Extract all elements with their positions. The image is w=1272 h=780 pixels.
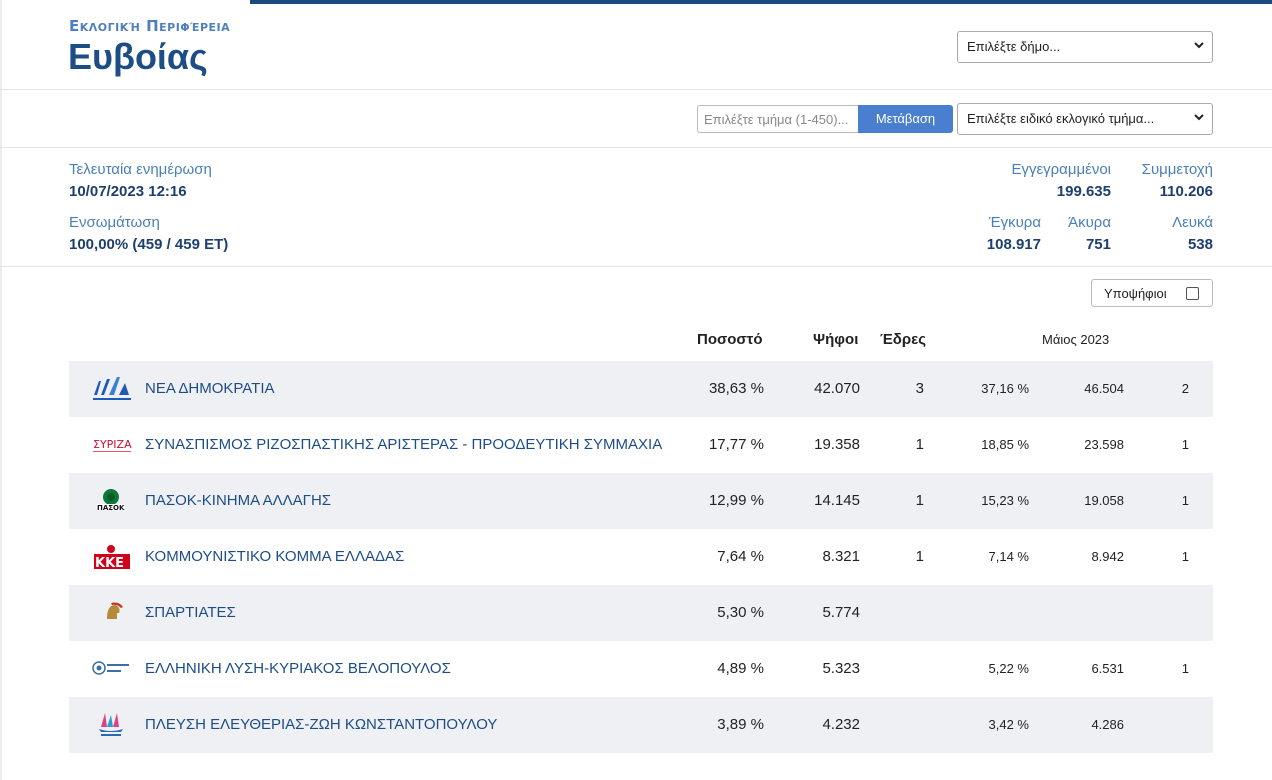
svg-text:KKE: KKE: [95, 556, 124, 571]
votes-cell: 5.323: [822, 660, 860, 677]
last-update-value: 10/07/2023 12:16: [69, 183, 187, 200]
votes-cell: 19.358: [814, 436, 860, 453]
invalid-value: 751: [1085, 236, 1111, 253]
syriza-logo-icon: ΣΥΡΙΖΑ: [91, 431, 135, 459]
integration-label: Ενσωμάτωση: [69, 214, 160, 231]
spartiates-logo-icon: [91, 599, 135, 627]
prev-percent-cell: 5,22 %: [988, 661, 1029, 676]
seats-cell: 1: [915, 548, 924, 565]
header-votes: Ψήφοι: [813, 331, 859, 348]
percent-cell: 17,77 %: [708, 436, 764, 453]
percent-cell: 4,89 %: [717, 660, 764, 677]
table-row[interactable]: ΠΛΕΥΣΗ ΕΛΕΥΘΕΡΙΑΣ-ΖΩΗ ΚΩΝΣΤΑΝΤΟΠΟΥΛΟΥ 3,…: [69, 697, 1213, 753]
left-border: [0, 0, 2, 780]
elliniki-lysi-logo-icon: [91, 655, 135, 683]
pasok-logo-icon: ΠΑΣΟΚ: [91, 487, 135, 515]
integration-value: 100,00% (459 / 459 ΕΤ): [69, 236, 229, 253]
votes-cell: 5.774: [822, 604, 860, 621]
candidates-checkbox[interactable]: [1186, 287, 1199, 300]
candidates-toggle-label: Υποψήφιοι: [1104, 286, 1167, 301]
party-name: ΠΑΣΟΚ-ΚΙΝΗΜΑ ΑΛΛΑΓΗΣ: [145, 492, 332, 509]
prev-votes-cell: 6.531: [1091, 661, 1124, 676]
prev-seats-cell: 1: [1181, 437, 1189, 452]
valid-value: 108.917: [986, 236, 1041, 253]
table-row[interactable]: KKE ΚΟΜΜΟΥΝΙΣΤΙΚΟ ΚΟΜΜΑ ΕΛΛΑΔΑΣ 7,64 % 8…: [69, 529, 1213, 585]
prev-percent-cell: 18,85 %: [981, 437, 1029, 452]
svg-text:ΠΑΣΟΚ: ΠΑΣΟΚ: [97, 504, 125, 512]
municipality-select-value: Επιλέξτε δήμο...: [967, 39, 1061, 54]
prev-percent-cell: 37,16 %: [981, 381, 1029, 396]
table-row[interactable]: ΝΕΑ ΔΗΜΟΚΡΑΤΙΑ 38,63 % 42.070 3 37,16 % …: [69, 361, 1213, 417]
party-name: ΣΥΝΑΣΠΙΣΜΟΣ ΡΙΖΟΣΠΑΣΤΙΚΗΣ ΑΡΙΣΤΕΡΑΣ - ΠΡ…: [145, 436, 663, 453]
prev-seats-cell: 1: [1181, 549, 1189, 564]
prev-seats-cell: 2: [1181, 381, 1189, 396]
chevron-down-icon: [1194, 112, 1204, 122]
prev-votes-cell: 46.504: [1084, 381, 1124, 396]
votes-cell: 8.321: [822, 548, 860, 565]
invalid-label: Άκυρα: [1068, 214, 1111, 231]
special-section-select[interactable]: Επιλέξτε ειδικό εκλογικό τμήμα...: [957, 103, 1213, 135]
prev-votes-cell: 8.942: [1091, 549, 1124, 564]
divider: [0, 89, 1272, 90]
prev-votes-cell: 23.598: [1084, 437, 1124, 452]
prev-percent-cell: 3,42 %: [988, 717, 1029, 732]
top-accent-gap: [0, 0, 250, 4]
turnout-value: 110.206: [1159, 183, 1213, 200]
prev-votes-cell: 4.286: [1091, 717, 1124, 732]
prev-percent-cell: 7,14 %: [988, 549, 1029, 564]
percent-cell: 38,63 %: [708, 380, 764, 397]
votes-cell: 4.232: [822, 716, 860, 733]
last-update-label: Τελευταία ενημέρωση: [69, 161, 212, 178]
votes-cell: 42.070: [814, 380, 860, 397]
party-name: ΝΕΑ ΔΗΜΟΚΡΑΤΙΑ: [145, 380, 275, 397]
turnout-label: Συμμετοχή: [1141, 161, 1213, 178]
go-button[interactable]: Μετάβαση: [858, 105, 953, 133]
seats-cell: 1: [915, 492, 924, 509]
seats-cell: 1: [915, 436, 924, 453]
party-name: ΕΛΛΗΝΙΚΗ ΛΥΣΗ-ΚΥΡΙΑΚΟΣ ΒΕΛΟΠΟΥΛΟΣ: [145, 660, 451, 677]
header-seats: Έδρες: [880, 331, 927, 348]
divider: [0, 147, 1272, 148]
seats-cell: 3: [915, 380, 924, 397]
municipality-select[interactable]: Επιλέξτε δήμο...: [957, 31, 1213, 63]
percent-cell: 3,89 %: [717, 716, 764, 733]
prev-percent-cell: 15,23 %: [981, 493, 1029, 508]
table-row[interactable]: ΣΥΡΙΖΑ ΣΥΝΑΣΠΙΣΜΟΣ ΡΙΖΟΣΠΑΣΤΙΚΗΣ ΑΡΙΣΤΕΡ…: [69, 417, 1213, 473]
region-label: Εκλογική Περιφέρεια: [69, 17, 231, 35]
registered-value: 199.635: [1056, 183, 1111, 200]
table-row[interactable]: ΠΑΣΟΚ ΠΑΣΟΚ-ΚΙΝΗΜΑ ΑΛΛΑΓΗΣ 12,99 % 14.14…: [69, 473, 1213, 529]
candidates-toggle[interactable]: Υποψήφιοι: [1091, 279, 1213, 307]
registered-label: Εγγεγραμμένοι: [1011, 161, 1111, 178]
table-row[interactable]: ΕΛΛΗΝΙΚΗ ΛΥΣΗ-ΚΥΡΙΑΚΟΣ ΒΕΛΟΠΟΥΛΟΣ 4,89 %…: [69, 641, 1213, 697]
divider: [0, 266, 1272, 267]
percent-cell: 12,99 %: [708, 492, 764, 509]
percent-cell: 7,64 %: [717, 548, 764, 565]
header-previous-election: Μάιος 2023: [1042, 332, 1110, 347]
prev-votes-cell: 19.058: [1084, 493, 1124, 508]
page-title: Ευβοίας: [68, 36, 208, 77]
section-number-input[interactable]: Επιλέξτε τμήμα (1-450)...: [697, 105, 859, 133]
chevron-down-icon: [1194, 40, 1204, 50]
percent-cell: 5,30 %: [717, 604, 764, 621]
prev-seats-cell: 1: [1181, 493, 1189, 508]
svg-text:ΣΥΡΙΖΑ: ΣΥΡΙΖΑ: [93, 438, 132, 451]
plefsi-logo-icon: [91, 711, 135, 739]
votes-cell: 14.145: [814, 492, 860, 509]
special-section-select-value: Επιλέξτε ειδικό εκλογικό τμήμα...: [967, 111, 1155, 126]
valid-label: Έγκυρα: [988, 214, 1041, 231]
blank-label: Λευκά: [1172, 214, 1213, 231]
table-row[interactable]: ΣΠΑΡΤΙΑΤΕΣ 5,30 % 5.774: [69, 585, 1213, 641]
party-name: ΚΟΜΜΟΥΝΙΣΤΙΚΟ ΚΟΜΜΑ ΕΛΛΑΔΑΣ: [145, 548, 405, 565]
party-name: ΠΛΕΥΣΗ ΕΛΕΥΘΕΡΙΑΣ-ΖΩΗ ΚΩΝΣΤΑΝΤΟΠΟΥΛΟΥ: [145, 716, 498, 733]
prev-seats-cell: 1: [1181, 661, 1189, 676]
header-percent: Ποσοστό: [697, 331, 763, 348]
kke-logo-icon: KKE: [91, 543, 135, 571]
nd-logo-icon: [91, 375, 135, 403]
party-name: ΣΠΑΡΤΙΑΤΕΣ: [145, 604, 236, 621]
blank-value: 538: [1187, 236, 1213, 253]
